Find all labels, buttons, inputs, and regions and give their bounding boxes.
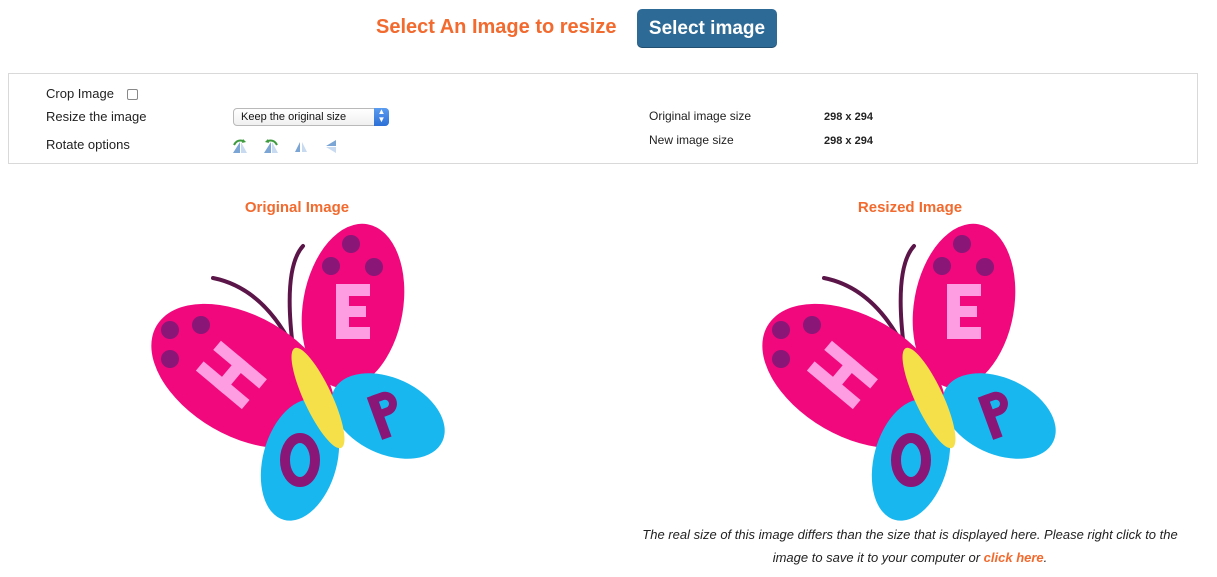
- page-title: Select An Image to resize: [376, 16, 617, 38]
- crop-image-checkbox[interactable]: [127, 89, 138, 100]
- select-image-button[interactable]: Select image: [637, 9, 777, 48]
- resized-image-heading: Resized Image: [857, 199, 963, 216]
- flip-horizontal-icon[interactable]: [322, 138, 340, 154]
- new-size-label: New image size: [649, 133, 734, 147]
- original-image-heading: Original Image: [244, 199, 350, 216]
- original-size-value: 298 x 294: [824, 111, 873, 123]
- chevron-updown-icon: ▲ ▼: [374, 108, 389, 126]
- original-image: [151, 223, 445, 521]
- resize-image-label: Resize the image: [46, 109, 147, 124]
- resize-note-end: .: [1043, 550, 1048, 565]
- options-panel: Crop Image Resize the image Keep the ori…: [8, 73, 1198, 164]
- resize-note-text: The real size of this image differs than…: [642, 527, 1178, 565]
- click-here-link[interactable]: click here: [984, 550, 1044, 565]
- new-size-value: 298 x 294: [824, 135, 873, 147]
- resize-note: The real size of this image differs than…: [628, 523, 1192, 569]
- resized-image: [762, 223, 1056, 521]
- flip-vertical-icon[interactable]: [292, 138, 310, 154]
- resize-select-value: Keep the original size: [241, 111, 347, 123]
- rotate-left-icon[interactable]: [231, 138, 249, 154]
- rotate-options-label: Rotate options: [46, 137, 130, 152]
- resize-select[interactable]: Keep the original size ▲ ▼: [233, 108, 389, 126]
- rotate-right-icon[interactable]: [262, 138, 280, 154]
- original-size-label: Original image size: [649, 109, 752, 123]
- crop-image-label: Crop Image: [46, 86, 114, 101]
